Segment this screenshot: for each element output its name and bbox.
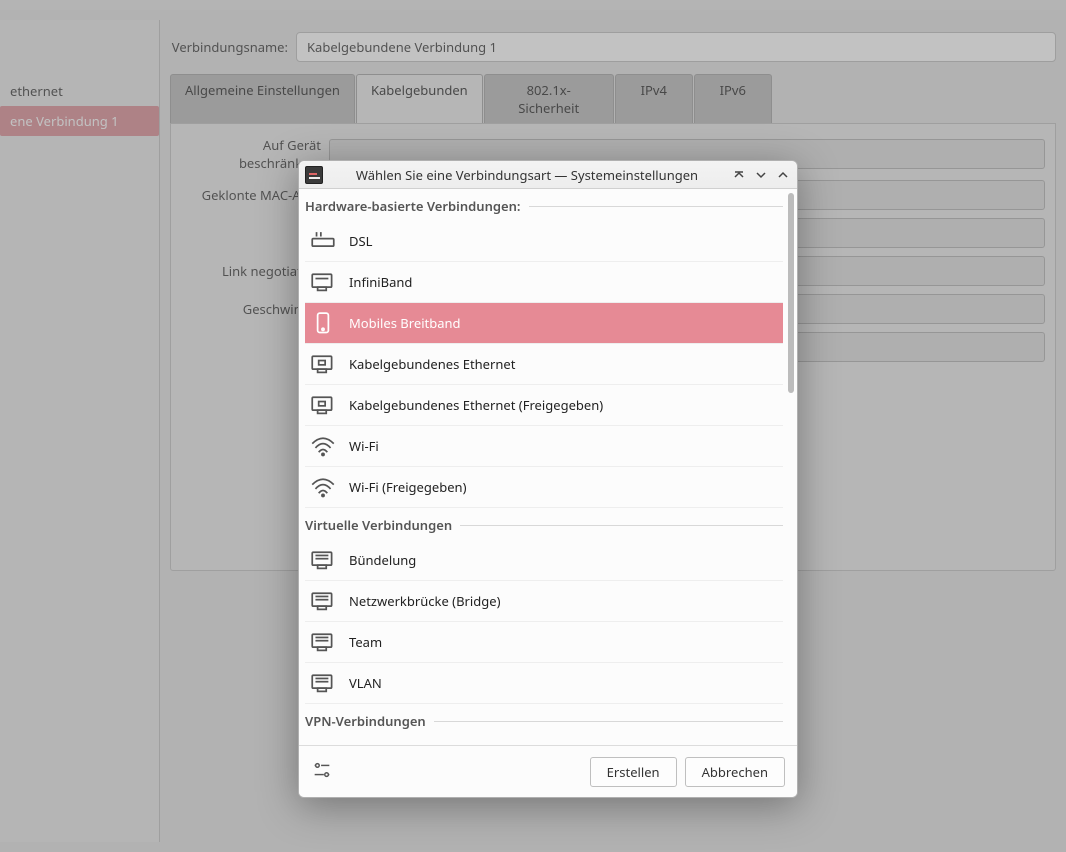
item-wifi-shared[interactable]: Wi-Fi (Freigegeben) [305, 467, 783, 508]
wifi-icon [309, 433, 337, 459]
chevron-down-icon[interactable] [753, 167, 769, 183]
item-team-label: Team [349, 633, 382, 651]
cancel-button[interactable]: Abbrechen [685, 757, 785, 787]
item-infiniband-label: InfiniBand [349, 273, 412, 291]
section-virtual-label: Virtuelle Verbindungen [305, 516, 452, 534]
vlan-icon [309, 670, 337, 696]
item-wifi[interactable]: Wi-Fi [305, 426, 783, 467]
item-bridge[interactable]: Netzwerkbrücke (Bridge) [305, 581, 783, 622]
scrollbar-thumb[interactable] [788, 193, 794, 393]
item-bridge-label: Netzwerkbrücke (Bridge) [349, 592, 500, 610]
item-wifi-label: Wi-Fi [349, 437, 379, 455]
configure-icon[interactable] [311, 759, 333, 785]
dsl-icon [309, 228, 337, 254]
item-wired-ethernet-shared[interactable]: Kabelgebundenes Ethernet (Freigegeben) [305, 385, 783, 426]
section-hardware-label: Hardware-basierte Verbindungen: [305, 197, 521, 215]
item-dsl-label: DSL [349, 232, 372, 250]
item-bonding-label: Bündelung [349, 551, 416, 569]
ethernet-shared-icon [309, 392, 337, 418]
bridge-icon [309, 588, 337, 614]
item-bonding[interactable]: Bündelung [305, 540, 783, 581]
list-scrollbar[interactable] [785, 189, 797, 745]
create-button[interactable]: Erstellen [590, 757, 677, 787]
shade-up-icon[interactable] [731, 167, 747, 183]
section-hardware: Hardware-basierte Verbindungen: [305, 189, 783, 221]
item-vlan[interactable]: VLAN [305, 663, 783, 704]
dialog-footer: Erstellen Abbrechen [299, 745, 797, 797]
choose-connection-type-dialog: Wählen Sie eine Verbindungsart — Systeme… [298, 160, 798, 798]
ethernet-icon [309, 351, 337, 377]
item-wifi-shared-label: Wi-Fi (Freigegeben) [349, 478, 466, 496]
item-wired-ethernet-label: Kabelgebundenes Ethernet [349, 355, 515, 373]
section-virtual: Virtuelle Verbindungen [305, 508, 783, 540]
item-infiniband[interactable]: InfiniBand [305, 262, 783, 303]
dialog-titlebar: Wählen Sie eine Verbindungsart — Systeme… [299, 161, 797, 189]
infiniband-icon [309, 269, 337, 295]
item-wired-ethernet-shared-label: Kabelgebundenes Ethernet (Freigegeben) [349, 396, 603, 414]
dialog-title: Wählen Sie eine Verbindungsart — Systeme… [329, 166, 725, 184]
app-icon [305, 166, 323, 184]
item-dsl[interactable]: DSL [305, 221, 783, 262]
item-team[interactable]: Team [305, 622, 783, 663]
wifi-shared-icon [309, 474, 337, 500]
section-vpn-label: VPN-Verbindungen [305, 712, 426, 730]
section-vpn: VPN-Verbindungen [305, 704, 783, 736]
item-mobile-broadband-label: Mobiles Breitband [349, 314, 461, 332]
item-wired-ethernet[interactable]: Kabelgebundenes Ethernet [305, 344, 783, 385]
item-vlan-label: VLAN [349, 674, 382, 692]
bonding-icon [309, 547, 337, 573]
mobile-broadband-icon [309, 310, 337, 336]
team-icon [309, 629, 337, 655]
item-mobile-broadband[interactable]: Mobiles Breitband [305, 303, 783, 344]
chevron-up-icon[interactable] [775, 167, 791, 183]
connection-type-list[interactable]: Hardware-basierte Verbindungen: DSL Infi… [299, 189, 785, 745]
